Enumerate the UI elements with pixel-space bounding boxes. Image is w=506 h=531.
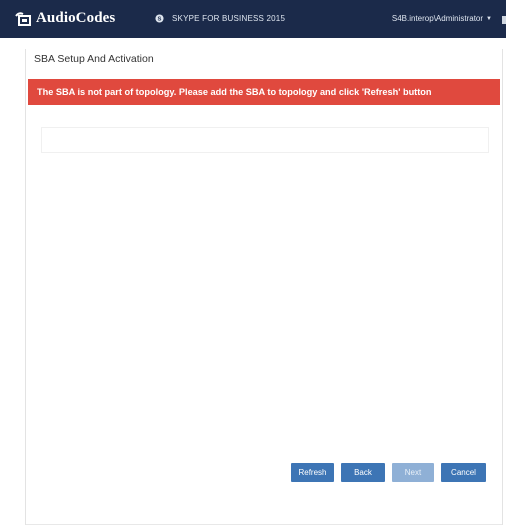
next-button[interactable]: Next (392, 463, 434, 482)
error-alert: The SBA is not part of topology. Please … (28, 79, 500, 105)
panel-bottom-border (26, 524, 502, 525)
page-title: SBA Setup And Activation (34, 53, 154, 65)
cancel-button[interactable]: Cancel (441, 463, 486, 482)
skype-icon: S (155, 14, 164, 23)
user-name: S4B.interop\Administrator (391, 14, 484, 23)
brand-name: AudioCodes (36, 10, 116, 26)
top-header: AudioCodes S SKYPE FOR BUSINESS 2015 S4B… (0, 0, 506, 38)
header-edge-indicator (502, 16, 506, 24)
user-menu[interactable]: S4B.interop\Administrator ▼ (392, 14, 492, 23)
audiocodes-logo-icon (15, 11, 31, 26)
setup-panel: SBA Setup And Activation The SBA is not … (25, 49, 503, 525)
chevron-down-icon: ▼ (486, 15, 492, 22)
brand-logo[interactable]: AudioCodes (14, 10, 115, 27)
product-label: S SKYPE FOR BUSINESS 2015 (155, 14, 285, 23)
svg-text:S: S (157, 17, 161, 23)
content-box (41, 127, 489, 153)
refresh-button[interactable]: Refresh (291, 463, 334, 482)
back-button[interactable]: Back (341, 463, 385, 482)
product-name: SKYPE FOR BUSINESS 2015 (172, 14, 286, 23)
